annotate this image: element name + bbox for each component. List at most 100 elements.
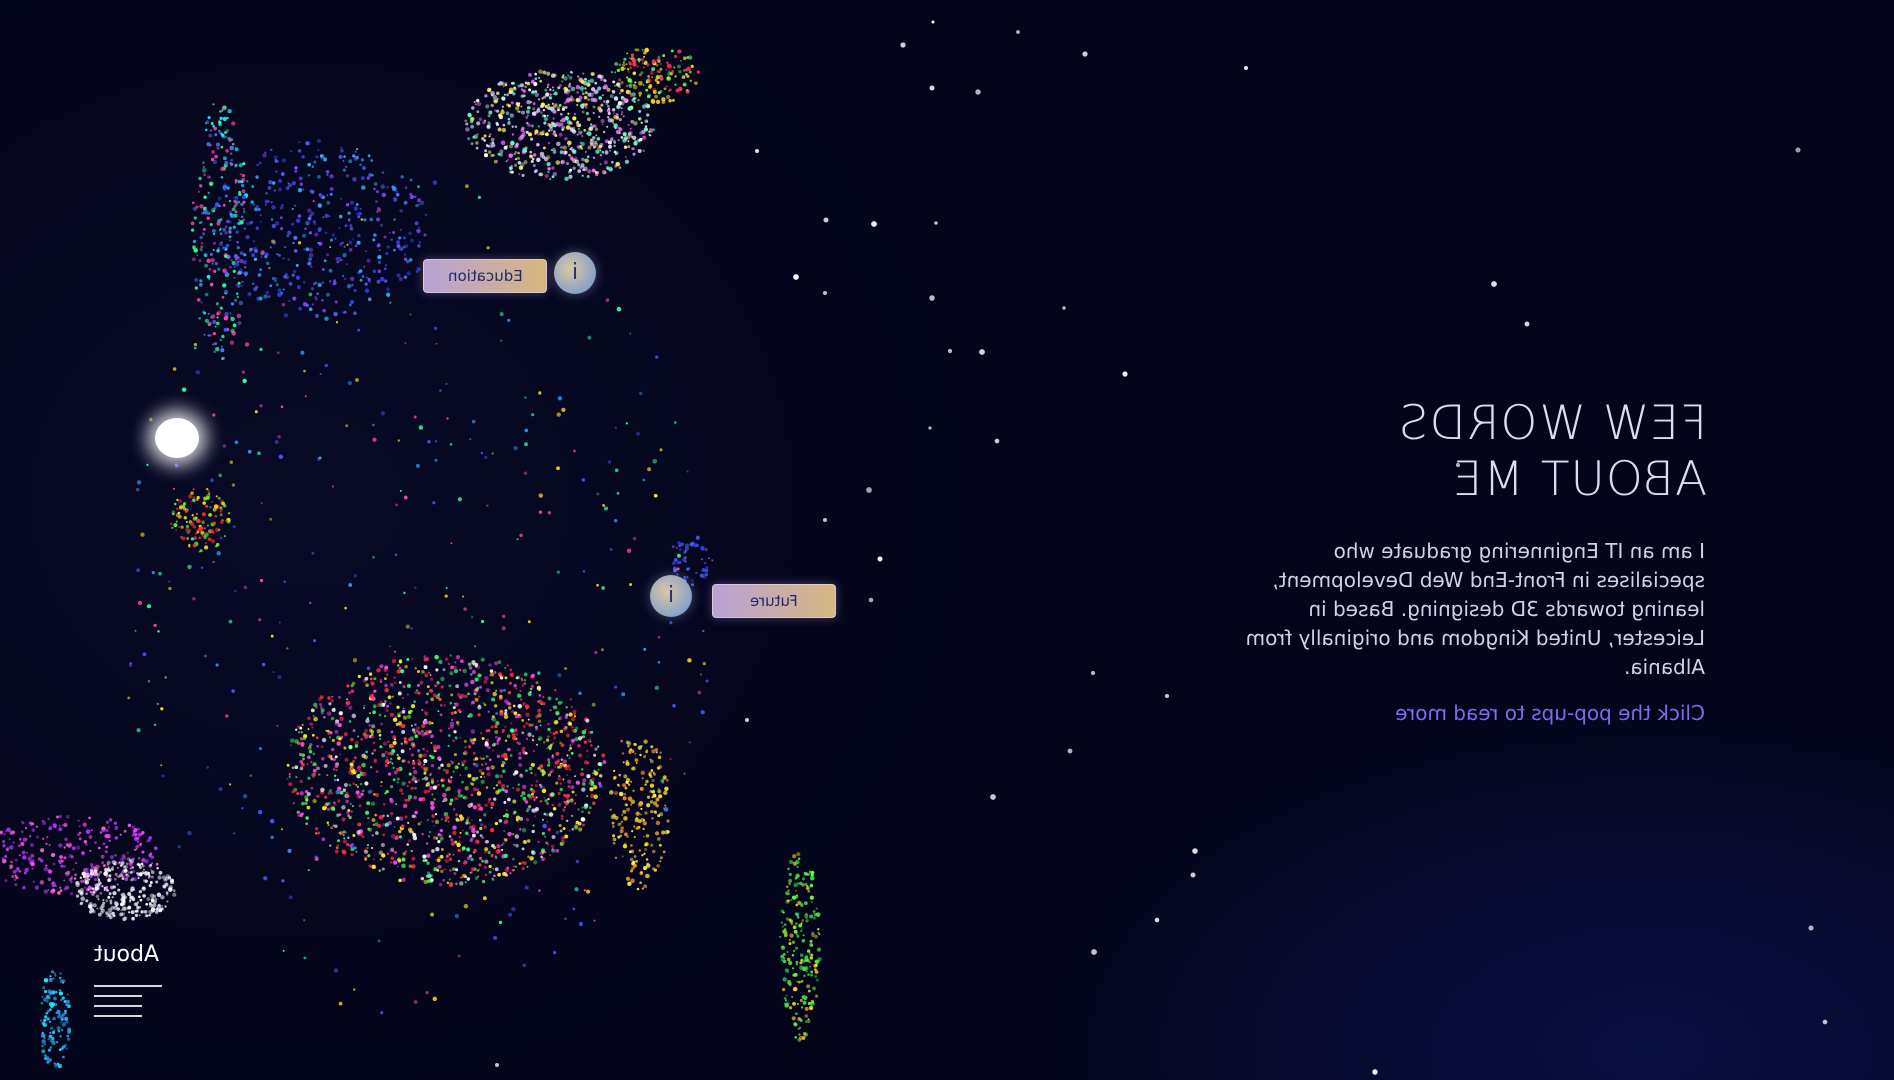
particle (537, 708, 542, 713)
particle (312, 798, 317, 804)
future-info-button[interactable]: i (650, 575, 692, 617)
particle (555, 830, 560, 835)
particle (320, 787, 325, 793)
particle (657, 789, 662, 794)
particle (666, 819, 670, 823)
particle (410, 704, 416, 709)
particle (645, 63, 650, 67)
particle (370, 766, 373, 769)
particle (509, 113, 515, 118)
particle (223, 156, 227, 161)
particle (114, 877, 117, 881)
particle (422, 859, 425, 862)
particle (581, 135, 584, 137)
particle (248, 292, 252, 295)
particle (99, 870, 103, 874)
particle (464, 786, 469, 791)
particle (631, 830, 634, 833)
particle (105, 828, 109, 833)
future-popup[interactable]: Future (712, 584, 836, 618)
particle (52, 1016, 56, 1021)
particle (125, 874, 130, 878)
particle (795, 903, 799, 907)
particle (270, 148, 273, 152)
particle (407, 794, 413, 800)
particle (791, 995, 794, 999)
particle (404, 186, 408, 189)
particle (88, 902, 93, 907)
particle (377, 269, 382, 273)
particle (22, 855, 27, 860)
particle (511, 857, 515, 861)
particle (797, 857, 801, 860)
particle (415, 726, 421, 731)
particle (449, 802, 453, 806)
particle (423, 879, 428, 885)
particle (622, 809, 627, 814)
education-popup[interactable]: Education (423, 259, 547, 293)
particle (164, 676, 167, 679)
particle (436, 869, 440, 872)
particle (432, 501, 436, 505)
particle (456, 766, 459, 769)
particle (624, 155, 627, 159)
nav-about-link[interactable]: About (94, 942, 159, 967)
particle (395, 803, 398, 806)
particle (45, 1011, 49, 1015)
particle (454, 737, 458, 740)
particle (331, 738, 336, 743)
particle (47, 877, 52, 882)
particle (804, 966, 809, 971)
particle (100, 854, 105, 859)
particle (319, 194, 323, 199)
particle (604, 150, 609, 154)
particle (212, 343, 214, 346)
particle (326, 711, 332, 716)
particle (97, 898, 100, 901)
particle (217, 247, 220, 250)
particle (348, 240, 353, 245)
particle (327, 754, 331, 758)
particle (175, 507, 179, 511)
particle (586, 155, 590, 158)
particle (616, 118, 619, 121)
particle (518, 751, 522, 756)
particle (137, 832, 142, 837)
particle (260, 250, 265, 255)
menu-lines-icon[interactable] (94, 985, 174, 1025)
particle (286, 777, 289, 780)
particle (678, 86, 683, 92)
particle (411, 710, 414, 713)
particle (97, 846, 101, 850)
particle (443, 704, 446, 707)
particle (352, 154, 356, 158)
particle (111, 866, 114, 868)
particle (490, 806, 493, 809)
read-more-hint: Click the pop-ups to read more (1395, 701, 1705, 725)
particle (297, 148, 302, 153)
education-info-button[interactable]: i (554, 252, 596, 294)
particle (544, 851, 547, 854)
particle (527, 620, 531, 624)
particle (118, 861, 121, 864)
particle (229, 460, 233, 464)
particle (574, 775, 576, 778)
particle (522, 724, 526, 729)
particle (214, 342, 217, 346)
particle (444, 815, 450, 820)
particle (364, 288, 370, 293)
particle (287, 848, 292, 853)
particle (655, 804, 659, 808)
particle (490, 828, 495, 833)
particle (384, 264, 387, 267)
particle (563, 727, 567, 731)
particle (203, 253, 208, 258)
particle (381, 171, 385, 174)
particle (567, 721, 572, 726)
particle (504, 676, 508, 680)
particle (672, 561, 676, 565)
particle (532, 824, 535, 827)
particle (423, 655, 427, 658)
particle (91, 871, 95, 876)
particle (224, 160, 229, 166)
